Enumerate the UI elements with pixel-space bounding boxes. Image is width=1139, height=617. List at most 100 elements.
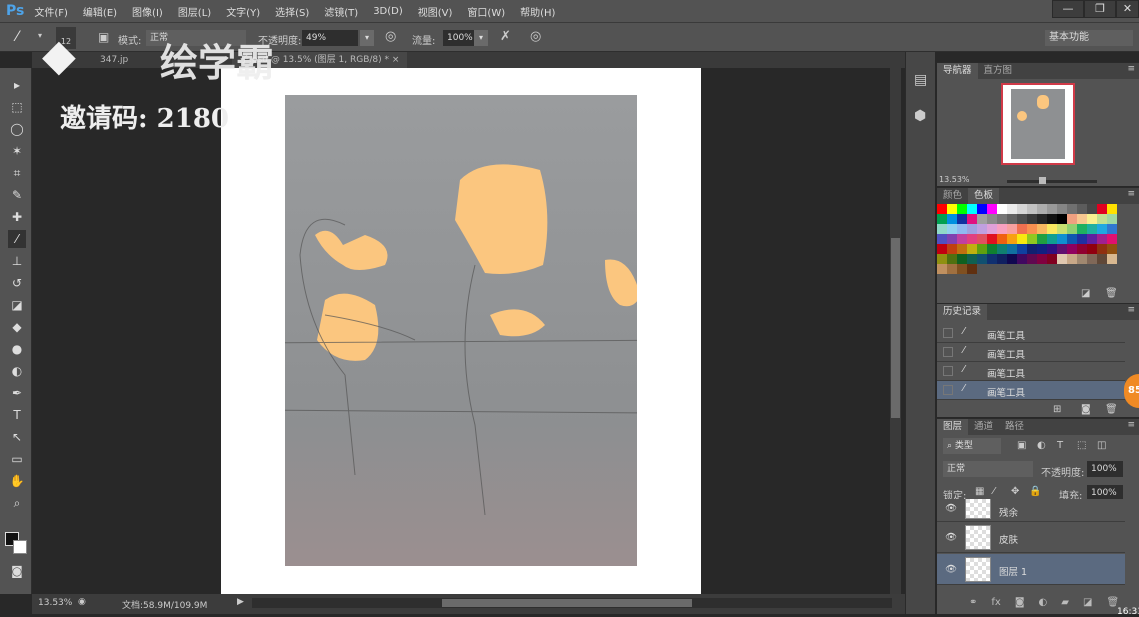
color-swatch[interactable]	[977, 224, 987, 234]
status-info-icon[interactable]: ◉	[78, 597, 86, 607]
color-swatch[interactable]	[1037, 214, 1047, 224]
trash-icon[interactable]: 🗑	[1105, 404, 1118, 415]
eyedropper-icon[interactable]: ✎	[8, 186, 26, 204]
color-swatch[interactable]	[1067, 234, 1077, 244]
tab-close-icon[interactable]: ×	[392, 55, 400, 65]
restore-button[interactable]: ❐	[1084, 0, 1116, 18]
tab-channels[interactable]: 通道	[968, 419, 999, 435]
lock-move-icon[interactable]: ✥	[1011, 486, 1019, 497]
menu-image[interactable]: 图像(I)	[132, 4, 163, 19]
tab-document-1[interactable]: 347.jp	[92, 52, 137, 68]
color-swatch[interactable]	[1087, 254, 1097, 264]
color-swatch[interactable]	[1007, 204, 1017, 214]
color-swatch[interactable]	[1087, 204, 1097, 214]
eraser-icon[interactable]: ◪	[8, 296, 26, 314]
menu-3d[interactable]: 3D(D)	[373, 6, 403, 17]
color-swatch[interactable]	[1017, 204, 1027, 214]
color-swatch[interactable]	[967, 244, 977, 254]
color-swatch[interactable]	[1017, 234, 1027, 244]
color-swatch[interactable]	[967, 254, 977, 264]
menu-file[interactable]: 文件(F)	[34, 4, 68, 19]
color-swatch[interactable]	[957, 244, 967, 254]
brush-panel-icon[interactable]: ▣	[98, 30, 109, 44]
3d-cube-icon[interactable]: ⬢	[914, 108, 926, 124]
mask-icon[interactable]: ◙	[1015, 595, 1025, 615]
paint-bucket-icon[interactable]: ◆	[8, 318, 26, 336]
layer-opacity-input[interactable]: 100%	[1087, 461, 1123, 477]
color-swatch[interactable]	[1097, 214, 1107, 224]
color-swatch[interactable]	[1017, 254, 1027, 264]
menu-window[interactable]: 窗口(W)	[467, 4, 505, 19]
color-swatch[interactable]	[1097, 224, 1107, 234]
color-swatch[interactable]	[1017, 214, 1027, 224]
menu-view[interactable]: 视图(V)	[418, 4, 453, 19]
color-swatch[interactable]	[1017, 224, 1027, 234]
color-swatch[interactable]	[987, 234, 997, 244]
color-swatch[interactable]	[1107, 244, 1117, 254]
marquee-tool-icon[interactable]: ⬚	[8, 98, 26, 116]
color-swatch[interactable]	[947, 214, 957, 224]
color-swatch[interactable]	[947, 264, 957, 274]
hand-tool-icon[interactable]: ✋	[8, 472, 26, 490]
slider-thumb[interactable]	[1039, 177, 1046, 184]
color-swatch[interactable]	[1037, 234, 1047, 244]
color-swatch[interactable]	[1047, 254, 1057, 264]
menu-layer[interactable]: 图层(L)	[178, 4, 211, 19]
color-swatch[interactable]	[967, 224, 977, 234]
color-swatch[interactable]	[987, 224, 997, 234]
tab-layers[interactable]: 图层	[937, 419, 969, 435]
color-swatch[interactable]	[937, 224, 947, 234]
filter-shape-icon[interactable]: ⬚	[1077, 440, 1086, 451]
dodge-tool-icon[interactable]: ◐	[8, 362, 26, 380]
tab-history[interactable]: 历史记录	[937, 304, 988, 320]
navigator-preview[interactable]	[1001, 83, 1075, 165]
color-swatch[interactable]	[957, 264, 967, 274]
crop-tool-icon[interactable]: ⌗	[8, 164, 26, 182]
color-swatch[interactable]	[957, 234, 967, 244]
eye-icon[interactable]: 👁	[945, 503, 957, 514]
color-swatch[interactable]	[977, 254, 987, 264]
color-swatch[interactable]	[1037, 254, 1047, 264]
color-swatch[interactable]	[967, 204, 977, 214]
folder-icon[interactable]: ▰	[1061, 595, 1069, 615]
brush-tool-icon[interactable]: ⁄	[16, 29, 18, 45]
tab-navigator[interactable]: 导航器	[937, 63, 978, 79]
color-swatch[interactable]	[987, 244, 997, 254]
color-swatch[interactable]	[1047, 244, 1057, 254]
color-swatch[interactable]	[1047, 234, 1057, 244]
new-document-from-state-icon[interactable]: ⊞	[1053, 404, 1061, 415]
color-swatch[interactable]	[1057, 254, 1067, 264]
color-swatch[interactable]	[1087, 234, 1097, 244]
menu-help[interactable]: 帮助(H)	[520, 4, 555, 19]
color-swatch[interactable]	[1027, 234, 1037, 244]
minimize-button[interactable]: —	[1052, 0, 1084, 18]
history-brush-icon[interactable]: ↺	[8, 274, 26, 292]
tab-paths[interactable]: 路径	[999, 419, 1030, 435]
zoom-tool-icon[interactable]: ⌕	[8, 494, 26, 512]
link-icon[interactable]: ⚭	[969, 595, 977, 615]
color-swatch[interactable]	[1007, 234, 1017, 244]
color-swatch[interactable]	[1007, 224, 1017, 234]
color-swatch[interactable]	[1027, 244, 1037, 254]
color-swatch[interactable]	[1067, 244, 1077, 254]
scroll-thumb[interactable]	[442, 599, 692, 607]
eye-icon[interactable]: 👁	[945, 532, 957, 543]
color-swatch[interactable]	[967, 264, 977, 274]
color-swatch[interactable]	[1097, 234, 1107, 244]
history-item[interactable]: ⁄ 画笔工具	[937, 381, 1125, 400]
magic-wand-icon[interactable]: ✶	[8, 142, 26, 160]
filter-smart-object-icon[interactable]: ◫	[1097, 440, 1106, 451]
workspace-select[interactable]: 基本功能	[1045, 30, 1133, 46]
color-swatch[interactable]	[1047, 224, 1057, 234]
menu-type[interactable]: 文字(Y)	[226, 4, 260, 19]
pen-tool-icon[interactable]: ✒	[8, 384, 26, 402]
color-swatch[interactable]	[937, 244, 947, 254]
status-zoom[interactable]: 13.53%	[38, 598, 72, 608]
color-swatch[interactable]	[1027, 204, 1037, 214]
layer-row[interactable]: 👁 残余	[937, 499, 1125, 522]
color-swatch[interactable]	[997, 224, 1007, 234]
color-swatch[interactable]	[1107, 224, 1117, 234]
color-swatch[interactable]	[947, 244, 957, 254]
color-swatch[interactable]	[1007, 214, 1017, 224]
color-swatch[interactable]	[1007, 244, 1017, 254]
